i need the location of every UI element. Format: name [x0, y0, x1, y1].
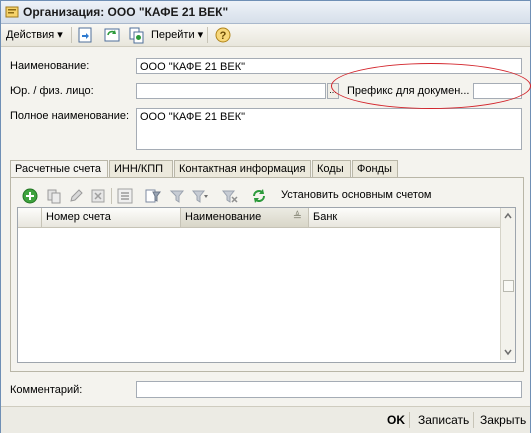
dropdown-arrow-icon: ▾ [197, 29, 204, 41]
filter-list-icon[interactable] [191, 187, 209, 205]
clear-filter-icon[interactable] [221, 187, 239, 205]
filter-icon[interactable] [168, 187, 186, 205]
scroll-up-icon[interactable] [503, 211, 513, 221]
save-close-icon[interactable] [76, 26, 94, 44]
toolbar: Действия ▾ Перейти ▾ ? [1, 24, 530, 47]
goto-label: Перейти [151, 29, 195, 41]
scroll-down-icon[interactable] [503, 347, 513, 357]
delete-icon[interactable] [89, 187, 107, 205]
group-icon[interactable] [116, 187, 134, 205]
entity-label: Юр. / физ. лицо: [10, 85, 94, 97]
toolbar-separator [71, 27, 72, 43]
goto-menu[interactable]: Перейти ▾ [151, 27, 203, 43]
actions-label: Действия [6, 29, 55, 41]
entity-select-button[interactable]: ... [327, 83, 339, 99]
name-field[interactable]: ООО "КАФЕ 21 ВЕК" [136, 58, 522, 74]
table-header: Номер счета Наименование ≜ Банк [18, 208, 501, 228]
fullname-label: Полное наименование: [10, 110, 130, 122]
copy-document-icon[interactable] [127, 26, 145, 44]
window-title: Организация: ООО "КАФЕ 21 ВЕК" [23, 5, 229, 19]
vertical-scrollbar[interactable] [500, 208, 515, 360]
copy-icon[interactable] [45, 187, 63, 205]
column-header-name[interactable]: Наименование ≜ [181, 208, 309, 227]
tab-funds[interactable]: Фонды [352, 160, 398, 177]
tab-inn-kpp[interactable]: ИНН/КПП [109, 160, 173, 177]
prefix-field[interactable] [473, 83, 522, 99]
scroll-thumb[interactable] [503, 280, 514, 292]
comment-label: Комментарий: [10, 384, 83, 396]
close-button[interactable]: Закрыть [480, 413, 526, 427]
actions-menu[interactable]: Действия ▾ [6, 27, 63, 43]
save-button[interactable]: Записать [418, 413, 469, 427]
tab-codes[interactable]: Коды [312, 160, 351, 177]
filter-settings-icon[interactable] [144, 187, 162, 205]
name-label: Наименование: [10, 60, 90, 72]
fullname-field[interactable]: ООО "КАФЕ 21 ВЕК" [136, 108, 522, 150]
edit-icon[interactable] [67, 187, 85, 205]
column-header-number[interactable]: Номер счета [42, 208, 181, 227]
ok-button[interactable]: OK [387, 413, 405, 427]
column-header-marker [18, 208, 42, 227]
help-icon[interactable]: ? [214, 26, 232, 44]
add-icon[interactable] [21, 187, 39, 205]
tab-accounts[interactable]: Расчетные счета [10, 160, 108, 178]
dropdown-arrow-icon: ▾ [57, 29, 63, 41]
comment-field[interactable] [136, 381, 522, 398]
accounts-table: Номер счета Наименование ≜ Банк [17, 207, 516, 363]
title-bar: Организация: ООО "КАФЕ 21 ВЕК" [1, 1, 530, 24]
toolbar-separator [207, 27, 208, 43]
refresh-form-icon[interactable] [103, 26, 121, 44]
app-icon [5, 6, 19, 18]
column-header-bank[interactable]: Банк [309, 208, 501, 227]
entity-field[interactable] [136, 83, 326, 99]
toolbar-separator [111, 188, 112, 204]
sort-icon: ≜ [292, 211, 302, 223]
bottom-bar: OK Записать Закрыть [1, 406, 530, 433]
tab-contacts[interactable]: Контактная информация [174, 160, 311, 177]
set-main-account-button[interactable]: Установить основным счетом [281, 189, 432, 201]
prefix-label: Префикс для докумен... [347, 85, 470, 97]
svg-text:?: ? [220, 30, 227, 42]
refresh-icon[interactable] [250, 187, 268, 205]
organization-window: Организация: ООО "КАФЕ 21 ВЕК" Действия … [0, 0, 531, 433]
footer-separator [409, 412, 410, 428]
column-header-name-label: Наименование [185, 211, 262, 223]
footer-separator [473, 412, 474, 428]
